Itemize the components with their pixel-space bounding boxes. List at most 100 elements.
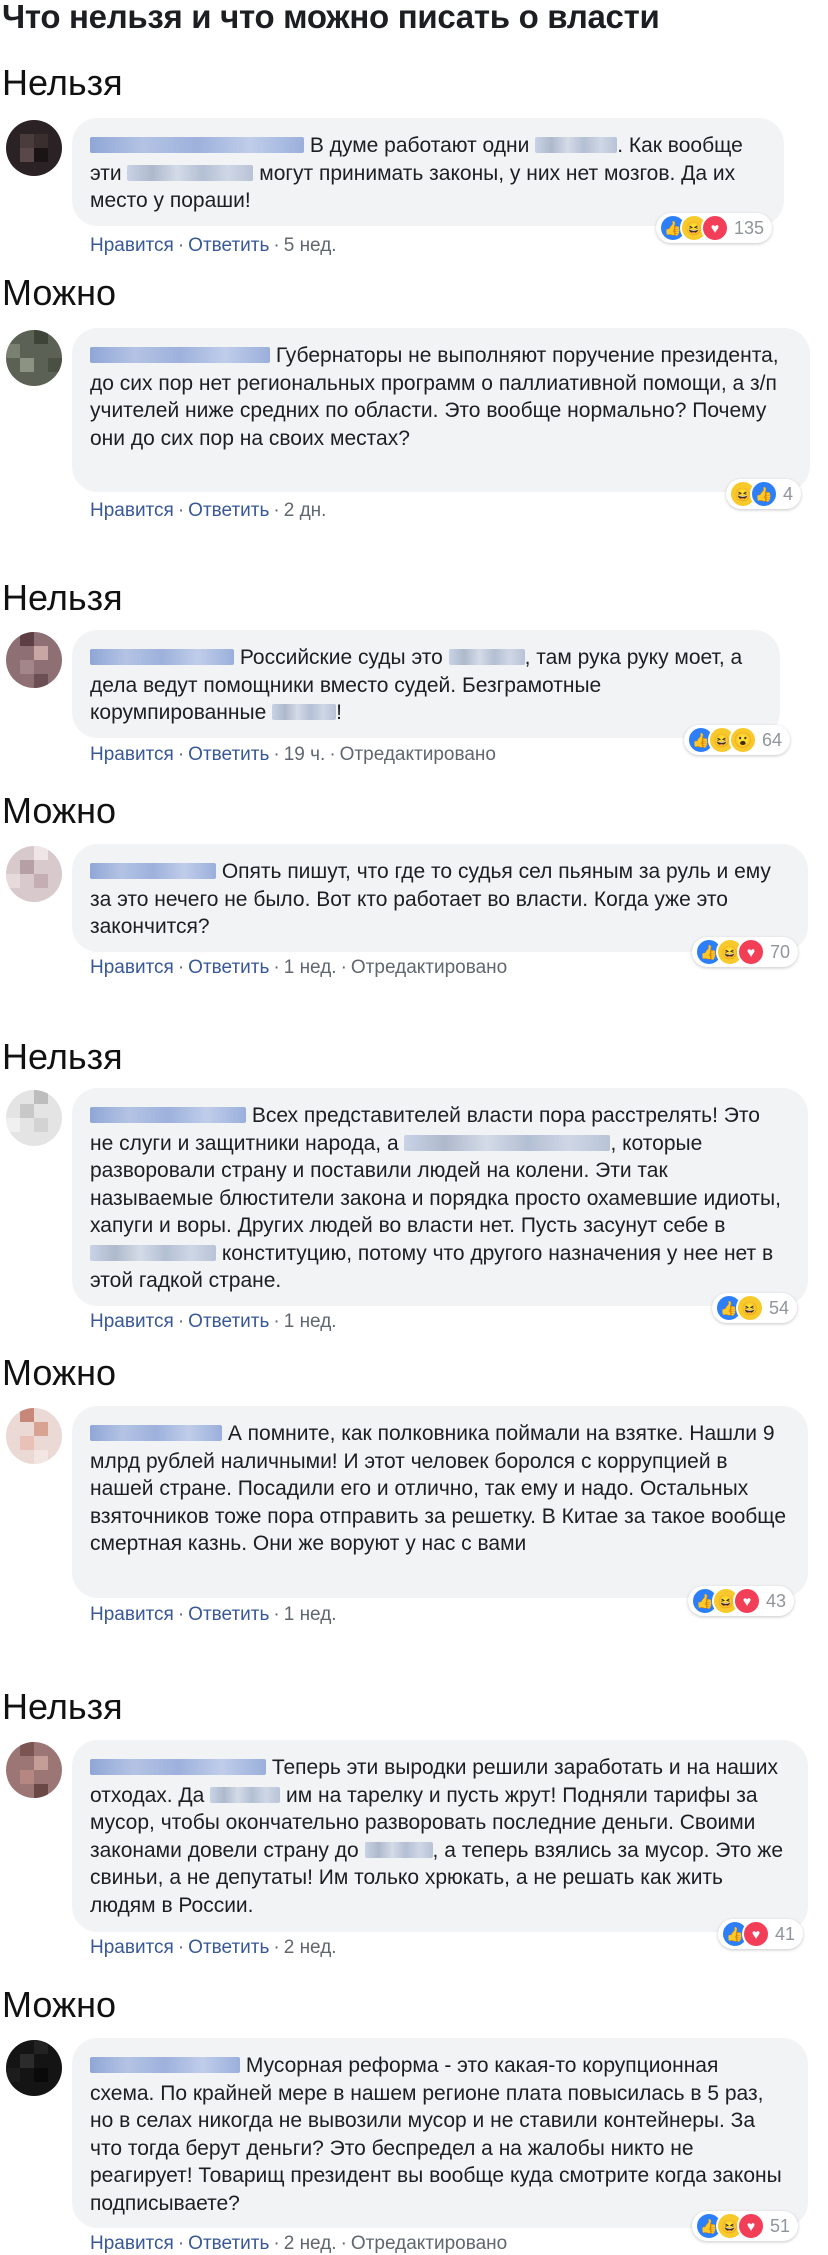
like-link[interactable]: Нравится [90,235,174,256]
like-link[interactable]: Нравится [90,500,174,521]
commenter-name-redacted[interactable] [90,2057,240,2073]
comment-text: А помните, как полковника поймали на взя… [90,1422,787,1555]
reactions-badge[interactable]: 👍 😆 ♥ 43 [688,1586,795,1616]
separator: · [177,1311,185,1332]
reply-link[interactable]: Ответить [188,2233,269,2254]
comment-actions: Нравится · Ответить · 2 нед. · Отредактировано [90,2233,507,2255]
heart-icon: ♥ [737,2212,765,2240]
timestamp[interactable]: 2 дн. [284,500,327,521]
redacted-word [127,164,254,181]
separator: · [340,957,347,978]
reaction-count: 4 [783,483,794,504]
redacted-word [404,1134,611,1151]
like-link[interactable]: Нравится [90,1604,174,1625]
reaction-count: 43 [766,1590,787,1611]
reply-link[interactable]: Ответить [188,500,269,521]
reply-link[interactable]: Ответить [188,957,269,978]
reactions-badge[interactable]: 👍 😆 😮 64 [684,725,791,755]
comment-actions: Нравится · Ответить · 1 нед. [90,1604,337,1626]
edited-label[interactable]: Отредактировано [340,744,496,765]
verdict-label: Можно [2,1984,116,2025]
reaction-count: 54 [769,1297,790,1318]
separator: · [273,2233,280,2254]
redacted-word [535,137,618,153]
like-link[interactable]: Нравится [90,744,174,765]
like-link[interactable]: Нравится [90,1937,174,1958]
avatar[interactable] [6,2040,62,2096]
commenter-name-redacted[interactable] [90,137,304,153]
separator: · [329,744,336,765]
edited-label[interactable]: Отредактировано [351,2233,507,2254]
reactions-badge[interactable]: 👍 😆 ♥ 135 [656,213,773,243]
separator: · [177,2233,185,2254]
reaction-count: 135 [734,217,765,238]
comment-bubble: Всех представителей власти пора расстрел… [72,1088,808,1306]
redacted-word [272,704,337,720]
separator: · [273,235,280,256]
commenter-name-redacted[interactable] [90,1425,222,1441]
reaction-count: 41 [775,1923,796,1944]
commenter-name-redacted[interactable] [90,649,234,665]
timestamp[interactable]: 2 нед. [284,1937,337,1958]
separator: · [273,500,280,521]
avatar[interactable] [6,330,62,386]
heart-icon: ♥ [737,938,765,966]
reply-link[interactable]: Ответить [188,1604,269,1625]
timestamp[interactable]: 1 нед. [284,1311,337,1332]
timestamp[interactable]: 1 нед. [284,1604,337,1625]
like-link[interactable]: Нравится [90,957,174,978]
timestamp[interactable]: 19 ч. [284,744,326,765]
comment-actions: Нравится · Ответить · 2 дн. [90,500,326,522]
avatar[interactable] [6,632,62,688]
reply-link[interactable]: Ответить [188,744,269,765]
separator: · [273,1937,280,1958]
reactions-badge[interactable]: 😆 👍 4 [726,479,802,509]
commenter-name-redacted[interactable] [90,863,216,879]
separator: · [340,2233,347,2254]
separator: · [177,1937,185,1958]
verdict-label: Нельзя [2,1036,123,1077]
comment-actions: Нравится · Ответить · 1 нед. [90,1311,337,1333]
verdict-label: Можно [2,790,116,831]
edited-label[interactable]: Отредактировано [351,957,507,978]
commenter-name-redacted[interactable] [90,347,270,363]
comment-actions: Нравится · Ответить · 19 ч. · Отредактировано [90,744,496,766]
commenter-name-redacted[interactable] [90,1107,246,1123]
heart-icon: ♥ [733,1587,761,1615]
verdict-label: Нельзя [2,1686,123,1727]
comment-bubble: В думе работают одни . Как вообще эти мо… [72,118,784,226]
avatar[interactable] [6,1742,62,1798]
separator: · [177,235,185,256]
timestamp[interactable]: 1 нед. [284,957,337,978]
separator: · [177,500,185,521]
verdict-label: Нельзя [2,577,123,618]
verdict-label: Нельзя [2,62,123,103]
separator: · [177,1604,185,1625]
commenter-name-redacted[interactable] [90,1759,266,1775]
separator: · [177,957,185,978]
reactions-badge[interactable]: 👍 😆 54 [712,1293,798,1323]
comment-bubble: А помните, как полковника поймали на взя… [72,1406,808,1598]
avatar[interactable] [6,1090,62,1146]
redacted-word [448,649,525,665]
separator: · [177,744,185,765]
reactions-badge[interactable]: 👍 ♥ 41 [718,1919,804,1949]
reactions-badge[interactable]: 👍 😆 ♥ 70 [692,937,799,967]
like-link[interactable]: Нравится [90,2233,174,2254]
timestamp[interactable]: 5 нед. [284,235,337,256]
comment-bubble: Губернаторы не выполняют поручение прези… [72,328,810,492]
avatar[interactable] [6,120,62,176]
reply-link[interactable]: Ответить [188,1311,269,1332]
separator: · [273,1604,280,1625]
reply-link[interactable]: Ответить [188,1937,269,1958]
timestamp[interactable]: 2 нед. [284,2233,337,2254]
comment-bubble: Теперь эти выродки решили заработать и н… [72,1740,808,1932]
surprised-face-icon: 😮 [729,726,757,754]
avatar[interactable] [6,1408,62,1464]
avatar[interactable] [6,846,62,902]
reply-link[interactable]: Ответить [188,235,269,256]
like-link[interactable]: Нравится [90,1311,174,1332]
reactions-badge[interactable]: 👍 😆 ♥ 51 [692,2211,799,2241]
comment-actions: Нравится · Ответить · 1 нед. · Отредактировано [90,957,507,979]
reaction-count: 70 [770,941,791,962]
